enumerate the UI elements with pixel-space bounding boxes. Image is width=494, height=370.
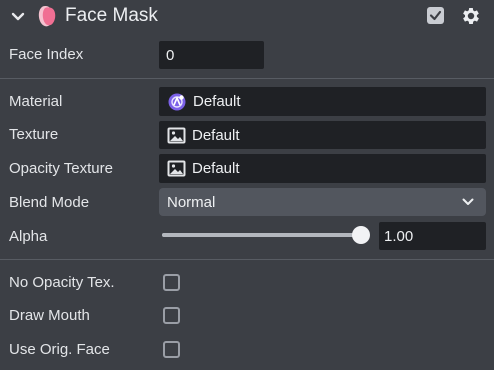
blend-mode-label: Blend Mode bbox=[9, 194, 90, 211]
blend-mode-dropdown[interactable]: Normal bbox=[159, 188, 486, 216]
alpha-value: 1.00 bbox=[384, 227, 414, 245]
alpha-slider[interactable] bbox=[162, 225, 372, 245]
blend-mode-value: Normal bbox=[167, 193, 216, 211]
face-index-input[interactable]: 0 bbox=[159, 41, 264, 69]
material-icon bbox=[168, 93, 186, 110]
alpha-slider-fill bbox=[162, 233, 361, 237]
face-mask-icon bbox=[38, 6, 56, 27]
use-orig-face-label: Use Orig. Face bbox=[9, 341, 110, 358]
material-value: Default bbox=[193, 93, 241, 110]
image-icon bbox=[167, 160, 186, 177]
opacity-texture-value: Default bbox=[192, 160, 240, 177]
alpha-label: Alpha bbox=[9, 228, 48, 245]
texture-label: Texture bbox=[9, 126, 59, 143]
face-index-value: 0 bbox=[166, 46, 175, 64]
material-label: Material bbox=[9, 93, 63, 110]
enabled-checkbox-icon[interactable] bbox=[427, 7, 444, 24]
material-field[interactable]: Default bbox=[159, 87, 486, 116]
component-title: Face Mask bbox=[65, 5, 158, 26]
gear-icon[interactable] bbox=[460, 5, 482, 27]
texture-field[interactable]: Default bbox=[159, 121, 486, 149]
alpha-input[interactable]: 1.00 bbox=[379, 222, 486, 250]
face-index-label: Face Index bbox=[9, 46, 84, 63]
no-opacity-tex-checkbox[interactable] bbox=[163, 274, 180, 291]
no-opacity-tex-label: No Opacity Tex. bbox=[9, 274, 115, 291]
alpha-slider-thumb[interactable] bbox=[352, 226, 370, 244]
divider bbox=[0, 78, 494, 79]
draw-mouth-label: Draw Mouth bbox=[9, 307, 90, 324]
use-orig-face-checkbox[interactable] bbox=[163, 341, 180, 358]
opacity-texture-field[interactable]: Default bbox=[159, 154, 486, 183]
divider bbox=[0, 259, 494, 260]
opacity-texture-label: Opacity Texture bbox=[9, 160, 113, 177]
chevron-down-icon[interactable] bbox=[11, 11, 25, 23]
draw-mouth-checkbox[interactable] bbox=[163, 307, 180, 324]
texture-value: Default bbox=[192, 126, 240, 144]
image-icon bbox=[167, 127, 186, 143]
chevron-down-icon bbox=[462, 198, 474, 205]
